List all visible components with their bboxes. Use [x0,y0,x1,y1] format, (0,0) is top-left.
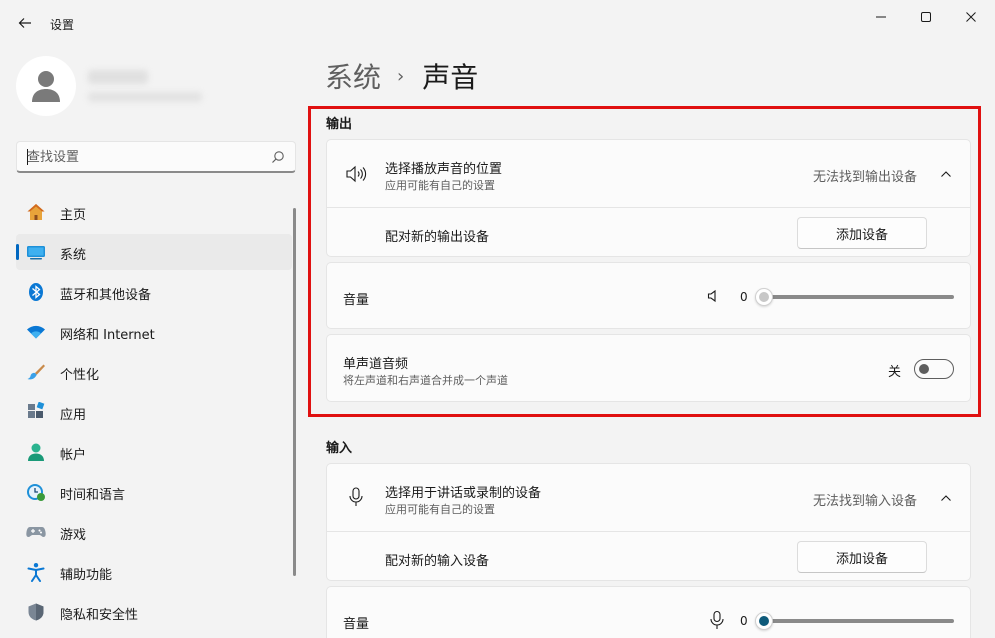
sidebar-item-network[interactable]: 网络和 Internet [16,314,292,350]
add-output-device-button[interactable]: 添加设备 [797,217,927,249]
user-email-blurred [88,92,202,102]
output-volume-track[interactable] [763,295,954,299]
avatar [16,56,76,116]
sidebar-item-apps[interactable]: 应用 [16,394,292,430]
output-volume-label: 音量 [343,293,370,308]
sidebar-item-label: 蓝牙和其他设备 [60,288,152,303]
input-volume-track[interactable] [763,619,954,623]
active-indicator [16,244,19,260]
sidebar-item-home[interactable]: 主页 [16,194,292,230]
sidebar-item-system[interactable]: 系统 [16,234,292,270]
speaker-icon [346,165,367,183]
account-icon [28,443,44,461]
output-volume-card: 音量 0 [326,262,971,329]
maximize-icon [921,12,931,22]
sidebar-item-label: 时间和语言 [60,488,126,503]
sidebar-item-label: 系统 [60,248,87,263]
sidebar-nav: 主页 系统 蓝牙和其他设备 网络和 Internet 个性化 应用 帐户 时间和… [16,194,292,634]
toggle-knob [919,364,929,374]
back-button[interactable] [14,12,36,34]
pair-output-label: 配对新的输出设备 [385,230,490,245]
close-button[interactable] [948,4,994,30]
back-arrow-icon [18,18,31,28]
user-avatar-icon [32,71,60,102]
clock-globe-icon [27,484,45,501]
input-device-card: 选择用于讲话或录制的设备 应用可能有自己的设置 无法找到输入设备 配对新的输入设… [326,463,971,581]
shield-icon [28,603,44,621]
mono-audio-title: 单声道音频 [343,357,409,372]
gamepad-icon [26,527,46,537]
input-volume-card: 音量 0 [326,586,971,638]
minimize-icon [876,16,886,18]
accessibility-icon [27,563,45,582]
mono-audio-card: 单声道音频 将左声道和右声道合并成一个声道 关 [326,334,971,402]
input-volume-thumb[interactable] [755,612,773,630]
sidebar-item-label: 辅助功能 [60,568,113,583]
divider [327,207,970,208]
user-profile[interactable] [16,56,296,120]
page-title: 声音 [422,61,479,94]
chevron-up-icon[interactable] [939,167,953,181]
sidebar-item-bluetooth[interactable]: 蓝牙和其他设备 [16,274,292,310]
search-input[interactable] [27,147,257,167]
sidebar-item-label: 主页 [60,208,87,223]
mono-audio-toggle[interactable] [914,359,954,379]
apps-icon [28,402,45,418]
sidebar-item-label: 帐户 [60,448,87,463]
close-icon [966,12,976,22]
output-device-row[interactable]: 选择播放声音的位置 应用可能有自己的设置 无法找到输出设备 [327,140,970,207]
output-device-card: 选择播放声音的位置 应用可能有自己的设置 无法找到输出设备 配对新的输出设备 添… [326,139,971,257]
speaker-mute-icon[interactable] [707,289,721,303]
app-title: 设置 [50,18,75,32]
sidebar-item-privacy[interactable]: 隐私和安全性 [16,594,292,630]
bluetooth-icon [29,283,43,301]
microphone-volume-icon[interactable] [709,610,725,630]
brush-icon [27,364,45,380]
input-device-row[interactable]: 选择用于讲话或录制的设备 应用可能有自己的设置 无法找到输入设备 [327,464,970,531]
output-volume-thumb[interactable] [755,288,773,306]
input-volume-label: 音量 [343,617,370,632]
minimize-button[interactable] [858,4,904,30]
sidebar-item-time-language[interactable]: 时间和语言 [16,474,292,510]
wifi-icon [27,325,45,339]
mono-audio-subtitle: 将左声道和右声道合并成一个声道 [343,374,508,387]
sidebar-item-label: 隐私和安全性 [60,608,139,623]
input-volume-value: 0 [740,614,748,628]
output-device-subtitle: 应用可能有自己的设置 [385,179,495,192]
breadcrumb-separator: › [397,65,405,87]
sidebar-item-accounts[interactable]: 帐户 [16,434,292,470]
microphone-icon [349,487,363,506]
output-device-status: 无法找到输出设备 [813,170,918,185]
input-section-title: 输入 [326,441,353,456]
breadcrumb-parent[interactable]: 系统 [325,56,381,96]
chevron-up-icon[interactable] [939,491,953,505]
sidebar-item-label: 应用 [60,408,87,423]
sidebar-scrollbar[interactable] [293,208,296,576]
search-icon[interactable] [271,150,285,164]
maximize-button[interactable] [903,4,949,30]
search-box[interactable] [16,141,296,173]
breadcrumb: 系统 › 声音 [325,56,478,96]
sidebar-item-accessibility[interactable]: 辅助功能 [16,554,292,590]
pair-input-label: 配对新的输入设备 [385,554,490,569]
mono-audio-state: 关 [888,365,902,380]
output-device-title: 选择播放声音的位置 [385,162,503,177]
system-icon [27,246,45,260]
sidebar-item-label: 游戏 [60,528,87,543]
divider [327,531,970,532]
output-section-title: 输出 [326,117,353,132]
input-device-title: 选择用于讲话或录制的设备 [385,486,542,501]
input-device-subtitle: 应用可能有自己的设置 [385,503,495,516]
input-device-status: 无法找到输入设备 [813,494,918,509]
sidebar-item-gaming[interactable]: 游戏 [16,514,292,550]
sidebar-item-personalization[interactable]: 个性化 [16,354,292,390]
title-bar: 设置 [0,0,995,48]
add-input-device-button[interactable]: 添加设备 [797,541,927,573]
sidebar-item-label: 网络和 Internet [60,328,155,343]
user-name-blurred [88,70,148,84]
home-icon [27,204,45,220]
sidebar-item-label: 个性化 [60,368,100,383]
output-volume-value: 0 [740,290,748,304]
